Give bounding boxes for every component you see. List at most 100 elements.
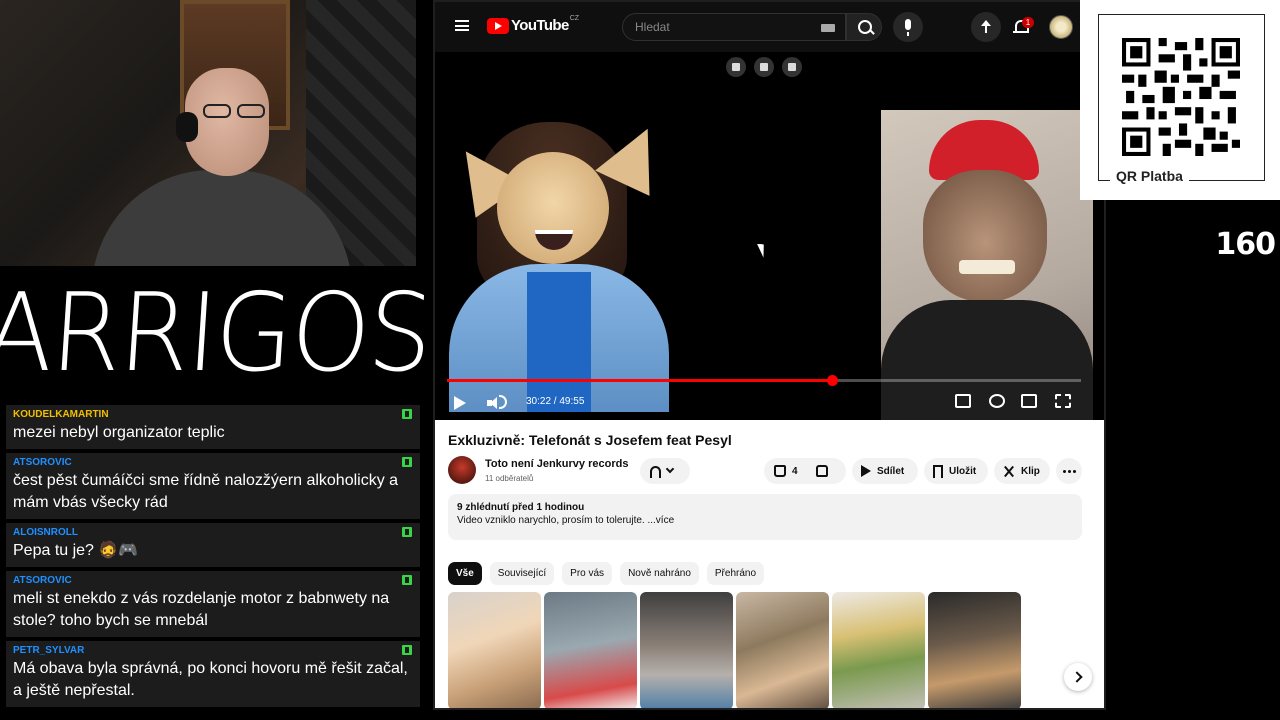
thumbnail-parrot[interactable] [832,592,925,708]
theater-mode-icon[interactable] [1021,394,1037,408]
bell-icon [650,466,661,478]
subtitles-icon[interactable] [955,394,971,408]
more-actions-button[interactable] [1056,458,1082,484]
channel-avatar[interactable] [448,456,476,484]
thumbnail-cat-icecream[interactable] [544,592,637,708]
autoplay-icon[interactable] [782,57,802,77]
menu-icon[interactable] [455,20,469,31]
mouse-cursor-icon [757,241,769,258]
upload-button[interactable] [971,12,1001,42]
qr-payment-panel: QR Platba [1080,0,1280,200]
chat-text: čest pěst čumáíčci sme řídně nalozžýern … [13,472,399,511]
progress-bar-fill [447,379,833,382]
clip-button[interactable]: Klip [994,458,1050,484]
youtube-header: YouTube CZ 1 [435,2,1104,52]
chat-message: ALOISNROLL Pepa tu je? 🧔🎮 [6,523,420,567]
kick-badge-icon [402,409,412,419]
kick-badge-icon [402,645,412,655]
dislike-icon[interactable] [815,465,828,477]
kick-badge-icon [402,457,412,467]
video-title: Exkluzivně: Telefonát s Josefem feat Pes… [448,432,732,448]
subscriber-count: 11 odběratelů [485,474,534,483]
chat-text: Pepa tu je? 🧔🎮 [13,542,139,559]
chat-panel: KOUDELKAMARTIN mezei nebyl organizator te… [6,405,420,715]
chat-message: PETR_SYLVAR Má obava byla správná, po kon… [6,641,420,707]
filter-chip[interactable]: Související [489,562,555,585]
like-icon[interactable] [774,465,786,477]
chimpanzee-image [881,110,1093,420]
scissors-icon [1003,465,1015,477]
chat-message: ATSOROVIC meli st enekdo z vás rozdelanje… [6,571,420,637]
like-dislike-group: 4 [764,458,846,484]
qr-label: QR Platba [1110,168,1189,184]
share-button[interactable]: Sdílet [852,458,918,484]
kick-badge-icon [402,575,412,585]
webcam-feed [0,0,416,266]
channel-name[interactable]: Toto není Jenkurvy records [485,458,628,470]
chat-message: ATSOROVIC čest pěst čumáíčci sme řídně na… [6,453,420,519]
youtube-play-icon [487,17,509,34]
chat-message: KOUDELKAMARTIN mezei nebyl organizator te… [6,405,420,449]
youtube-logo[interactable]: YouTube CZ [487,15,580,34]
youtube-wordmark: YouTube [511,17,569,34]
sparkle-icon[interactable] [754,57,774,77]
description-text: Video vzniklo narychlo, prosím to toleru… [457,515,675,526]
clip-label: Klip [1021,465,1040,477]
next-arrow-button[interactable] [1064,663,1092,691]
search-input[interactable] [623,14,803,40]
like-count[interactable]: 4 [792,466,798,477]
country-code: CZ [569,15,580,22]
kick-badge-icon [402,527,412,537]
chat-text: mezei nebyl organizator teplic [13,424,225,441]
glasses-icon [203,104,273,120]
views-and-date: 9 zhlédnutí před 1 hodinou [457,502,585,513]
progress-scrubber[interactable] [827,375,839,386]
search-box [622,13,846,41]
chevron-down-icon [665,464,675,474]
thumbnail-woman-car[interactable] [448,592,541,708]
save-label: Uložit [949,465,977,477]
filter-chip[interactable]: Přehráno [706,562,765,585]
keyboard-icon[interactable] [821,24,835,32]
time-display: 30:22 / 49:55 [526,396,585,407]
account-avatar[interactable] [1049,15,1073,39]
description-box[interactable]: 9 zhlédnutí před 1 hodinou Video vzniklo… [448,494,1082,540]
filter-chip[interactable]: Vše [448,562,482,585]
chat-username: ATSOROVIC [13,575,72,586]
chat-username: ALOISNROLL [13,527,78,538]
save-button[interactable]: Uložit [924,458,988,484]
stream-logo: ARRIGOS [0,266,435,402]
recommended-thumbnails [448,592,1021,708]
filter-chip[interactable]: Nově nahráno [620,562,699,585]
thumbnail-cat-climbing[interactable] [928,592,1021,708]
share-label: Sdílet [877,465,905,477]
thumbnail-cats[interactable] [640,592,733,708]
chat-username: ATSOROVIC [13,457,72,468]
filter-chip[interactable]: Pro vás [562,562,613,585]
chihuahua-image [441,116,675,412]
microphone-button[interactable] [893,12,923,42]
more-dots-icon [1067,469,1071,473]
player-top-controls [726,57,802,77]
video-player[interactable]: 30:22 / 49:55 [435,52,1104,420]
fullscreen-icon[interactable] [1055,394,1071,408]
volume-icon[interactable] [487,397,499,409]
save-icon [933,464,943,478]
share-icon [861,465,871,477]
chat-username: PETR_SYLVAR [13,645,85,656]
search-button[interactable] [846,13,882,41]
stream-logo-text: ARRIGOS [0,271,435,396]
viewer-counter: 160 [1215,227,1276,262]
subscribe-bell-button[interactable] [640,458,690,484]
filter-chips: Vše Související Pro vás Nově nahráno Přehrán… [448,562,765,585]
chat-text: Má obava byla správná, po konci hovoru m… [13,660,408,699]
youtube-window: YouTube CZ 1 [433,0,1106,710]
headset-icon [176,112,198,142]
chat-text: meli st enekdo z vás rozdelanje motor z … [13,590,390,629]
settings-gear-icon[interactable] [989,394,1005,408]
qr-code-icon [1122,38,1240,156]
thumbnail-man-capybara[interactable] [736,592,829,708]
miniplayer-icon[interactable] [726,57,746,77]
notification-count-badge: 1 [1022,17,1034,28]
play-icon[interactable] [454,396,466,410]
